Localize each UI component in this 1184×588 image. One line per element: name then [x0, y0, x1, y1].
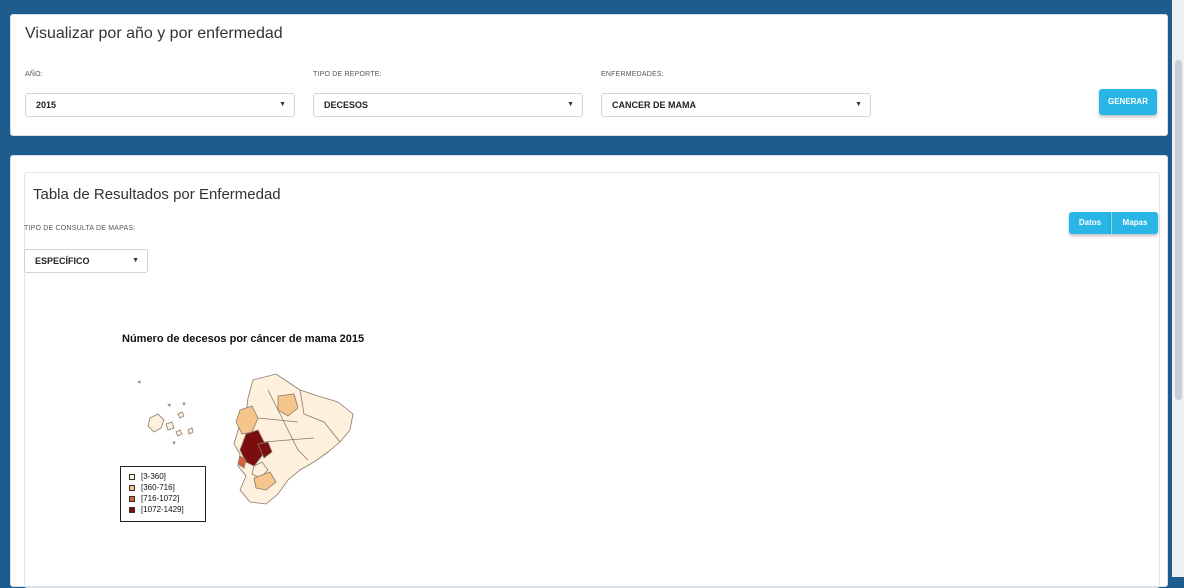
legend-item: [3-360] — [129, 471, 205, 482]
chevron-down-icon: ▼ — [855, 101, 862, 108]
report-type-select-value: DECESOS — [324, 100, 369, 110]
legend-swatch — [129, 506, 135, 513]
map-query-select-value: ESPECÍFICO — [35, 256, 90, 266]
legend-item: [1072-1429] — [129, 504, 205, 515]
chevron-down-icon: ▼ — [567, 101, 574, 108]
legend-label: [360-716] — [141, 483, 175, 492]
legend-label: [1072-1429] — [141, 505, 184, 514]
map-title: Número de decesos por cáncer de mama 201… — [122, 333, 365, 345]
disease-label: ENFERMEDADES: — [601, 71, 664, 78]
map-query-label: TIPO DE CONSULTA DE MAPAS: — [24, 225, 136, 232]
legend-swatch — [129, 495, 135, 502]
year-label: AÑO: — [25, 71, 43, 78]
year-select-value: 2015 — [36, 100, 57, 110]
report-type-label: TIPO DE REPORTE: — [313, 71, 382, 78]
legend-swatch — [129, 473, 135, 480]
chevron-down-icon: ▼ — [279, 101, 286, 108]
legend-item: [360-716] — [129, 482, 205, 493]
legend-label: [716-1072] — [141, 494, 180, 503]
filters-title: Visualizar por año y por enfermedad — [25, 25, 283, 42]
filters-panel: Visualizar por año y por enfermedad AÑO:… — [10, 14, 1168, 136]
legend-item: [716-1072] — [129, 493, 205, 504]
scrollbar-thumb[interactable] — [1175, 60, 1182, 400]
legend-swatch — [129, 484, 135, 491]
year-select[interactable]: 2015 ▼ — [25, 93, 295, 117]
legend-label: [3-360] — [141, 472, 166, 481]
disease-select-value: CANCER DE MAMA — [612, 100, 696, 110]
scrollbar[interactable] — [1172, 0, 1184, 577]
mainland-provinces — [233, 373, 354, 505]
chevron-down-icon: ▼ — [132, 257, 139, 264]
tab-datos[interactable]: Datos — [1069, 212, 1111, 234]
map-query-select[interactable]: ESPECÍFICO ▼ — [24, 249, 148, 273]
results-title: Tabla de Resultados por Enfermedad — [33, 186, 281, 203]
generate-button[interactable]: GENERAR — [1099, 89, 1157, 115]
galapagos-islands — [137, 380, 194, 445]
tab-mapas[interactable]: Mapas — [1111, 212, 1158, 234]
map-legend: [3-360] [360-716] [716-1072] [1072-1429] — [120, 466, 206, 522]
disease-select[interactable]: CANCER DE MAMA ▼ — [601, 93, 871, 117]
report-type-select[interactable]: DECESOS ▼ — [313, 93, 583, 117]
